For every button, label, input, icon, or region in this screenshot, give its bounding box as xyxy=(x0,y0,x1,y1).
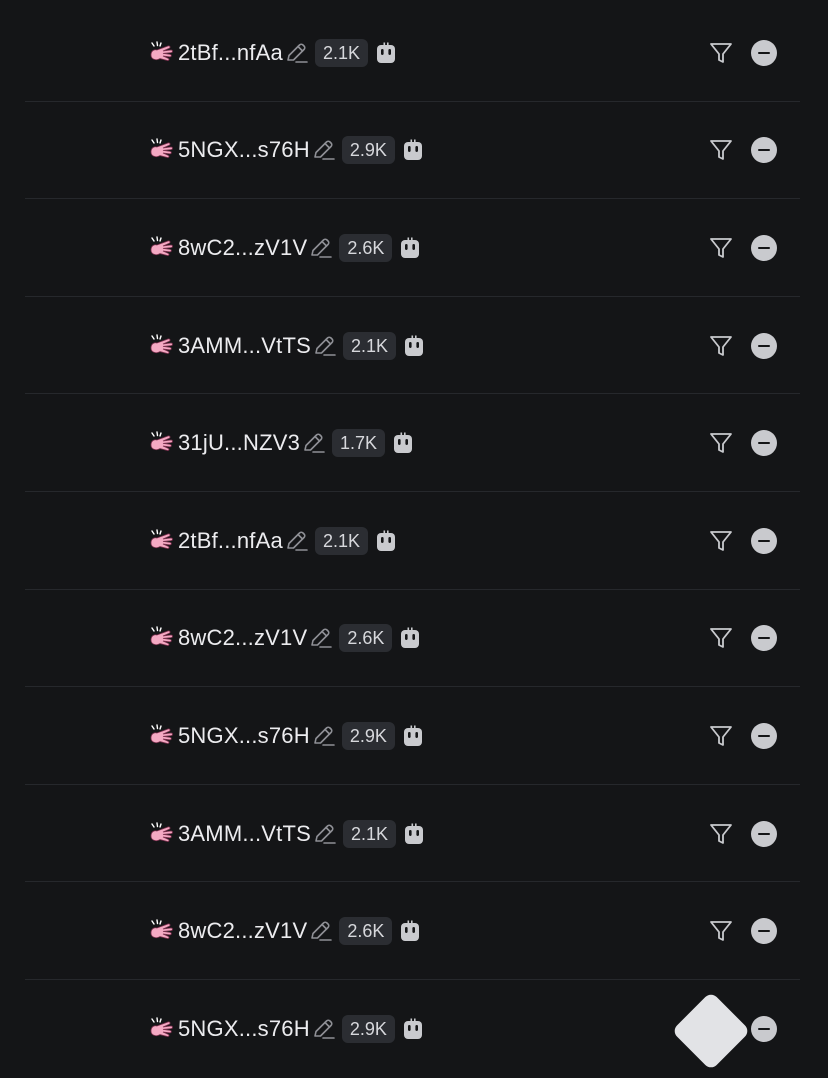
list-item[interactable]: 8wC2...zV1V 2.6K xyxy=(0,590,828,688)
robot-icon xyxy=(398,236,422,260)
count-badge: 2.6K xyxy=(339,233,393,262)
count-badge: 2.1K xyxy=(343,331,397,360)
wallet-address[interactable]: 5NGX...s76H xyxy=(178,137,310,163)
pink-hand-icon xyxy=(148,918,174,944)
robot-icon xyxy=(398,919,422,943)
pink-hand-icon xyxy=(148,333,174,359)
wallet-info: 5NGX...s76H 2.9K xyxy=(148,102,425,200)
count-badge: 2.9K xyxy=(341,136,395,165)
pencil-icon[interactable] xyxy=(283,528,309,554)
filter-icon[interactable] xyxy=(708,723,734,749)
menu-circle-icon[interactable] xyxy=(751,430,777,457)
robot-icon xyxy=(374,41,398,65)
wallet-address[interactable]: 3AMM...VtTS xyxy=(178,821,311,847)
pencil-icon[interactable] xyxy=(307,918,333,944)
pink-hand-icon xyxy=(148,821,174,847)
filter-icon[interactable] xyxy=(708,333,734,359)
pencil-icon[interactable] xyxy=(307,235,333,261)
count-badge: 1.7K xyxy=(332,429,386,458)
wallet-address[interactable]: 5NGX...s76H xyxy=(178,723,310,749)
menu-circle-icon[interactable] xyxy=(751,332,777,359)
count-badge: 2.1K xyxy=(343,819,397,848)
pencil-icon[interactable] xyxy=(283,40,309,66)
list-item[interactable]: 2tBf...nfAa 2.1K xyxy=(0,4,828,102)
pink-hand-icon xyxy=(148,723,174,749)
wallet-address[interactable]: 3AMM...VtTS xyxy=(178,333,311,359)
list-item[interactable]: 31jU...NZV3 1.7K xyxy=(0,394,828,492)
count-badge: 2.9K xyxy=(341,721,395,750)
wallet-list: 2tBf...nfAa 2.1K 5NGX...s76H 2.9K 8wC2..… xyxy=(0,4,828,1078)
pencil-icon[interactable] xyxy=(311,821,337,847)
menu-circle-icon[interactable] xyxy=(751,39,777,66)
list-item[interactable]: 8wC2...zV1V 2.6K xyxy=(0,882,828,980)
wallet-info: 3AMM...VtTS 2.1K xyxy=(148,297,426,395)
menu-circle-icon[interactable] xyxy=(751,234,777,261)
filter-icon[interactable] xyxy=(708,918,734,944)
pencil-icon[interactable] xyxy=(310,723,336,749)
list-item[interactable]: 8wC2...zV1V 2.6K xyxy=(0,199,828,297)
wallet-address[interactable]: 8wC2...zV1V xyxy=(178,625,307,651)
menu-circle-icon[interactable] xyxy=(751,137,777,164)
menu-circle-icon[interactable] xyxy=(751,625,777,652)
wallet-info: 5NGX...s76H 2.9K xyxy=(148,687,425,785)
pencil-icon[interactable] xyxy=(300,430,326,456)
list-item[interactable]: 3AMM...VtTS 2.1K xyxy=(0,297,828,395)
pencil-icon[interactable] xyxy=(307,625,333,651)
wallet-address[interactable]: 8wC2...zV1V xyxy=(178,918,307,944)
pencil-icon[interactable] xyxy=(310,137,336,163)
filter-icon[interactable] xyxy=(708,235,734,261)
menu-circle-icon[interactable] xyxy=(751,918,777,945)
robot-icon xyxy=(401,138,425,162)
wallet-info: 3AMM...VtTS 2.1K xyxy=(148,785,426,883)
filter-icon[interactable] xyxy=(708,137,734,163)
wallet-info: 8wC2...zV1V 2.6K xyxy=(148,590,422,688)
wallet-info: 2tBf...nfAa 2.1K xyxy=(148,4,398,102)
wallet-info: 8wC2...zV1V 2.6K xyxy=(148,882,422,980)
robot-icon xyxy=(402,822,426,846)
filter-icon[interactable] xyxy=(708,40,734,66)
wallet-info: 8wC2...zV1V 2.6K xyxy=(148,199,422,297)
count-badge: 2.1K xyxy=(314,38,368,67)
wallet-address[interactable]: 31jU...NZV3 xyxy=(178,430,300,456)
wallet-address[interactable]: 2tBf...nfAa xyxy=(178,40,283,66)
robot-icon xyxy=(401,724,425,748)
list-item[interactable]: 2tBf...nfAa 2.1K xyxy=(0,492,828,590)
filter-icon[interactable] xyxy=(708,821,734,847)
menu-circle-icon[interactable] xyxy=(751,527,777,554)
pink-hand-icon xyxy=(148,40,174,66)
pencil-icon[interactable] xyxy=(311,333,337,359)
filter-icon[interactable] xyxy=(708,528,734,554)
robot-icon xyxy=(374,529,398,553)
pink-hand-icon xyxy=(148,137,174,163)
robot-icon xyxy=(391,431,415,455)
robot-icon xyxy=(398,626,422,650)
menu-circle-icon[interactable] xyxy=(751,722,777,749)
pink-hand-icon xyxy=(148,625,174,651)
count-badge: 2.6K xyxy=(339,917,393,946)
robot-icon xyxy=(402,334,426,358)
count-badge: 2.6K xyxy=(339,624,393,653)
pink-hand-icon xyxy=(148,235,174,261)
filter-icon[interactable] xyxy=(708,430,734,456)
count-badge: 2.1K xyxy=(314,526,368,555)
filter-icon[interactable] xyxy=(708,625,734,651)
list-item[interactable]: 3AMM...VtTS 2.1K xyxy=(0,785,828,883)
wallet-info: 31jU...NZV3 1.7K xyxy=(148,394,415,492)
pink-hand-icon xyxy=(148,430,174,456)
wallet-address[interactable]: 8wC2...zV1V xyxy=(178,235,307,261)
wallet-info: 2tBf...nfAa 2.1K xyxy=(148,492,398,590)
list-item[interactable]: 5NGX...s76H 2.9K xyxy=(0,102,828,200)
list-item[interactable]: 5NGX...s76H 2.9K xyxy=(0,687,828,785)
pink-hand-icon xyxy=(148,528,174,554)
wallet-address[interactable]: 2tBf...nfAa xyxy=(178,528,283,554)
menu-circle-icon[interactable] xyxy=(751,820,777,847)
